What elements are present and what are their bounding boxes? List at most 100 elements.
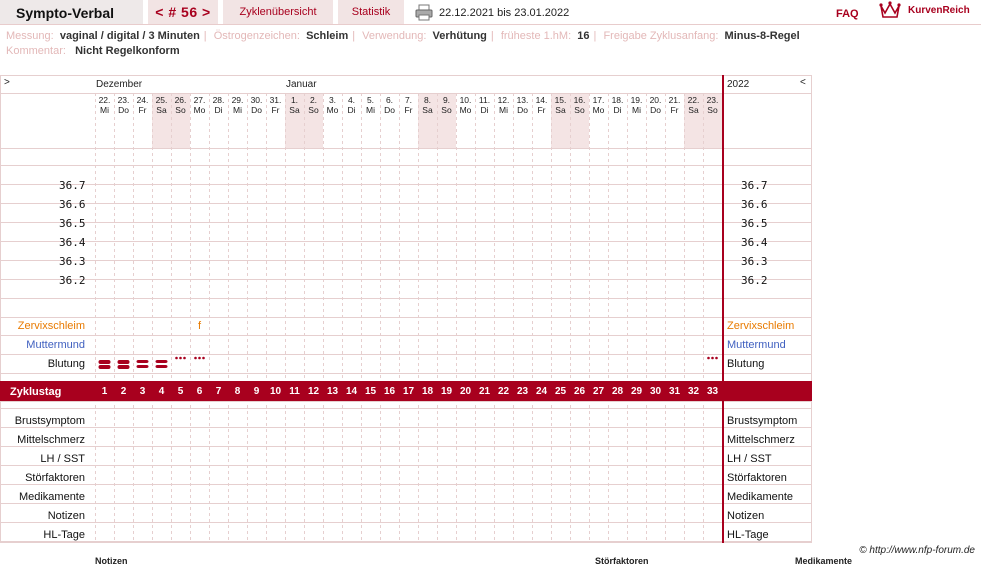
day-date: 9. [442,95,451,105]
day-weekday: Sa [688,105,699,115]
day-weekday: So [308,105,319,115]
cycle-day-number: 25 [554,386,567,397]
temp-label-right: 36.2 [741,274,768,287]
day-weekday: Mo [592,105,605,115]
temp-label-left: 36.6 [59,198,86,211]
day-date: 3. [328,95,337,105]
date-range: 22.12.2021 bis 23.01.2022 [439,7,570,19]
comment-label: Kommentar: [6,45,66,57]
temp-label-left: 36.4 [59,236,86,249]
info-value: Verhütung [432,30,487,42]
info-label: Messung: [6,30,54,42]
day-date: 14. [535,95,548,105]
faq-link[interactable]: FAQ [836,8,859,20]
spotting-mark [194,356,197,360]
day-date: 7. [404,95,413,105]
cycle-day-number: 6 [196,386,203,397]
day-weekday: Sa [422,105,433,115]
day-weekday: Sa [555,105,566,115]
bleeding-mark [155,360,168,363]
cycle-chart: > < Dezember Januar 2022 22. Mi 23. Do 24. Fr… [0,75,812,543]
day-date: 18. [611,95,624,105]
tab-statistics-label[interactable]: Statistik [338,6,404,18]
info-label: Freigabe Zyklusanfang: [603,30,719,42]
cycle-day-number: 27 [592,386,605,397]
cycle-day-number: 9 [253,386,260,397]
row-label-zervix-right: Zervixschleim [727,320,795,332]
day-weekday: So [574,105,585,115]
day-weekday: Mo [459,105,472,115]
row-label-stoer-right: Störfaktoren [727,472,787,484]
info-line-measurement: Messung: vaginal / digital / 3 Minuten | … [6,30,800,42]
temp-label-right: 36.5 [741,217,768,230]
day-date: 17. [592,95,605,105]
day-date: 8. [423,95,432,105]
row-label-zervix: Zervixschleim [17,320,85,332]
day-date: 22. [687,95,700,105]
row-label-lh-right: LH / SST [727,453,772,465]
bottom-medications-heading: Medikamente [795,556,853,566]
printer-icon[interactable] [415,4,433,21]
bleeding-mark [98,365,111,369]
day-weekday: Sa [156,105,167,115]
day-date: 21. [668,95,681,105]
day-weekday: Fr [404,105,413,115]
row-label-mittel-right: Mittelschmerz [727,434,795,446]
row-label-mittel: Mittelschmerz [17,434,85,446]
scroll-right-button[interactable]: < [800,78,806,88]
row-label-stoer: Störfaktoren [25,472,85,484]
day-date: 10. [459,95,472,105]
day-weekday: Fr [271,105,280,115]
scroll-left-button[interactable]: > [4,78,10,88]
row-label-muttermund-right: Muttermund [727,339,786,351]
day-date: 12. [497,95,510,105]
cycle-day-number: 20 [459,386,472,397]
bleeding-mark [136,365,149,368]
bottom-disturbances-heading: Störfaktoren [595,556,649,566]
day-weekday: So [707,105,718,115]
tab-statistics[interactable]: Statistik [338,0,404,25]
today-divider [722,75,724,543]
spotting-mark [715,356,718,360]
row-label-brust-right: Brustsymptom [727,415,798,427]
day-date: 23. [706,95,719,105]
crown-logo-icon[interactable] [879,0,901,20]
logo-text[interactable]: KurvenReich [908,5,970,16]
day-weekday: Mi [366,105,375,115]
day-date: 31. [269,95,282,105]
cycle-day-number: 13 [326,386,339,397]
bleeding-mark [136,360,149,363]
month-label-january: Januar [286,79,317,90]
day-weekday: Do [251,105,262,115]
day-weekday: Fr [138,105,147,115]
info-label: Verwendung: [362,30,427,42]
day-weekday: Mo [326,105,339,115]
bottom-notes-heading: Notizen [95,556,128,566]
day-date: 11. [478,95,491,105]
cycle-day-number: 15 [364,386,377,397]
cycle-day-number: 12 [307,386,320,397]
cycle-day-number: 19 [440,386,453,397]
cycle-day-number: 21 [478,386,491,397]
cycle-day-number: 11 [289,386,300,397]
cycle-day-number: 8 [234,386,241,397]
cycle-nav[interactable]: < # 56 > [148,0,218,25]
day-date: 29. [231,95,244,105]
day-weekday: Mi [233,105,242,115]
tab-cycle-overview-label[interactable]: Zyklenübersicht [223,6,333,18]
day-weekday: So [441,105,452,115]
cycle-day-number: 24 [535,386,548,397]
row-label-zyklustag: Zyklustag [10,386,62,398]
day-date: 24. [136,95,149,105]
day-date: 23. [117,95,130,105]
bleeding-mark [155,365,168,368]
top-header: Sympto-Verbal < # 56 > Zyklenübersicht S… [0,0,981,25]
cycle-number[interactable]: < # 56 > [148,4,218,20]
day-date: 20. [649,95,662,105]
row-label-medi-right: Medikamente [727,491,794,503]
cycle-day-number: 3 [139,386,146,397]
month-label-december: Dezember [96,79,143,90]
cycle-day-number: 28 [611,386,624,397]
info-label: früheste 1.hM: [500,30,572,42]
tab-cycle-overview[interactable]: Zyklenübersicht [223,0,333,25]
